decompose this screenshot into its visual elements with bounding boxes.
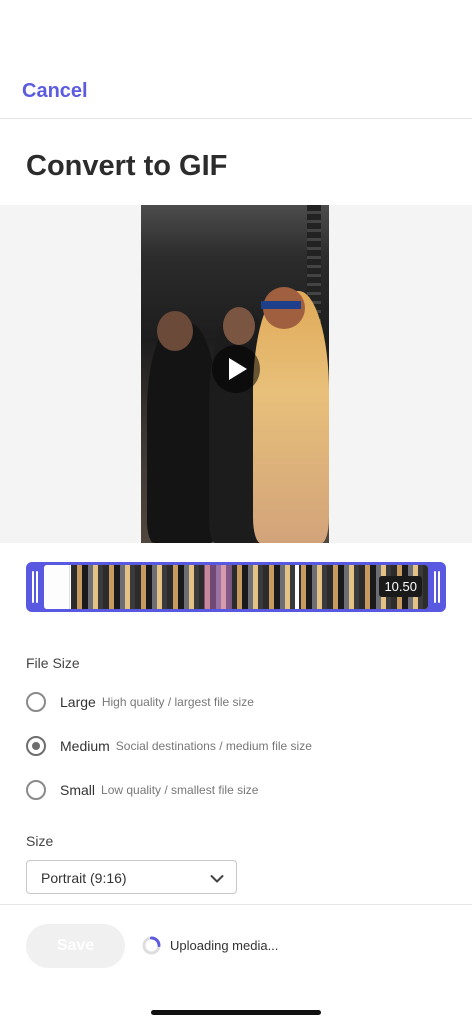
option-description: Low quality / smallest file size: [101, 783, 259, 797]
video-person: [253, 291, 329, 543]
save-button[interactable]: Save: [26, 924, 125, 968]
option-description: High quality / largest file size: [101, 695, 254, 709]
chevron-down-icon: [210, 871, 224, 889]
video-background: [141, 205, 329, 257]
play-button[interactable]: [212, 345, 260, 393]
video-preview[interactable]: [141, 205, 329, 543]
page-title: Convert to GIF: [26, 150, 228, 182]
radio-small[interactable]: [26, 780, 46, 800]
video-head: [157, 311, 193, 351]
header-divider: [0, 118, 472, 119]
option-title: Large: [60, 694, 96, 710]
timeline-frame: [44, 565, 70, 609]
option-description: Social destinations / medium file size: [115, 739, 312, 753]
video-head: [223, 307, 255, 345]
option-title: Small: [60, 782, 96, 798]
file-size-label: File Size: [26, 655, 80, 671]
video-headband: [261, 301, 301, 309]
file-size-option-small[interactable]: Small Low quality / smallest file size: [26, 780, 258, 800]
size-label: Size: [26, 833, 54, 849]
file-size-option-large[interactable]: Large High quality / largest file size: [26, 692, 254, 712]
duration-badge: 10.50: [379, 576, 422, 597]
trim-timeline[interactable]: 10.50: [26, 562, 446, 612]
radio-medium[interactable]: [26, 736, 46, 756]
cancel-button[interactable]: Cancel: [22, 80, 88, 103]
timeline-cut-marker: [295, 565, 299, 609]
loading-spinner-icon: [142, 936, 161, 955]
upload-status-text: Uploading media...: [170, 938, 279, 953]
timeline-frame-highlight: [204, 565, 232, 609]
timeline-thumbnail-strip: [71, 565, 428, 609]
home-indicator: [151, 1010, 321, 1015]
trim-start-handle[interactable]: [26, 562, 44, 612]
video-person: [147, 323, 217, 543]
size-select[interactable]: Portrait (9:16): [26, 860, 237, 894]
footer-divider: [0, 904, 472, 905]
timeline-frames: 10.50: [44, 565, 428, 609]
size-select-value: Portrait (9:16): [41, 870, 127, 886]
trim-end-handle[interactable]: [428, 562, 446, 612]
file-size-option-medium[interactable]: Medium Social destinations / medium file…: [26, 736, 312, 756]
radio-large[interactable]: [26, 692, 46, 712]
option-title: Medium: [60, 738, 110, 754]
video-preview-area: [0, 205, 472, 543]
